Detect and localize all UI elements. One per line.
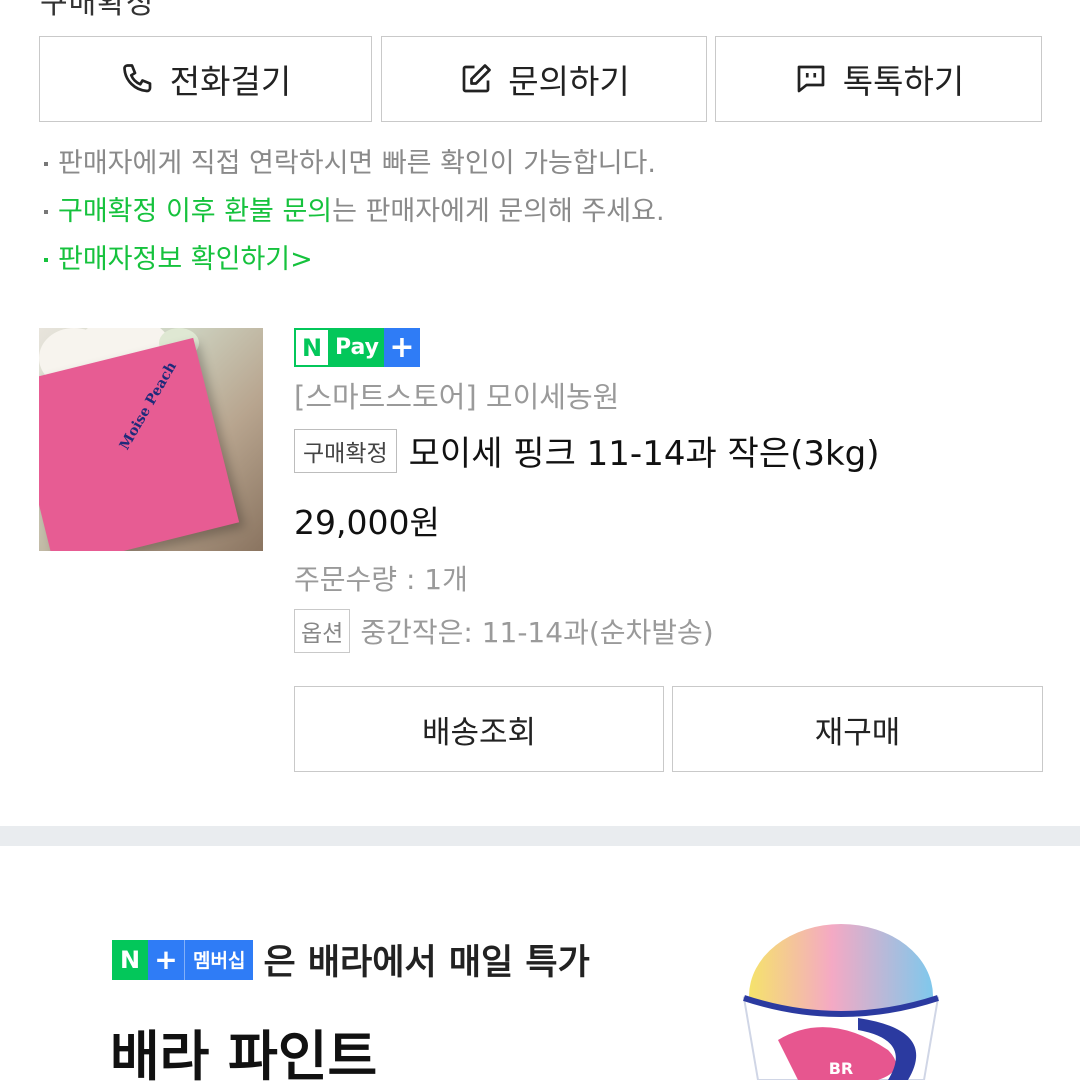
seller-info-link-label: 판매자정보 확인하기 — [58, 244, 291, 275]
seller-info-link[interactable]: 판매자정보 확인하기> — [44, 236, 1044, 284]
refund-inquiry-highlight: 구매확정 이후 환불 문의 — [58, 196, 333, 227]
npay-plus-badge: N Pay + — [294, 328, 420, 367]
ice-cream-image[interactable]: BR — [738, 920, 944, 1080]
edit-icon — [462, 64, 492, 93]
chevron-right-icon: > — [290, 244, 313, 275]
option-badge: 옵션 — [294, 609, 351, 653]
contact-buttons: 전화걸기 문의하기 톡톡하기 — [39, 36, 1042, 124]
product-box-image — [39, 337, 240, 551]
npay-n: N — [294, 328, 330, 367]
product-price: 29,000원 — [294, 503, 440, 542]
membership-plus-icon: + — [148, 939, 184, 980]
order-quantity: 주문수량 : 1개 — [294, 563, 468, 596]
product-thumbnail[interactable]: Moise Peach — [39, 328, 263, 551]
delivery-tracking-label: 배송조회 — [421, 714, 537, 751]
option-value: 중간작은: 11-14과(순차발송) — [360, 616, 714, 649]
notice-refund: 구매확정 이후 환불 문의는 판매자에게 문의해 주세요. — [44, 188, 1044, 236]
rebuy-button[interactable]: 재구매 — [672, 686, 1043, 772]
notice-direct-contact: 판매자에게 직접 연락하시면 빠른 확인이 가능합니다. — [44, 140, 1044, 188]
inquiry-button-label: 문의하기 — [508, 62, 630, 101]
membership-n: N — [112, 939, 148, 980]
membership-banner-header[interactable]: N + 멤버십 은 배라에서 매일 특가 — [112, 934, 590, 985]
store-name[interactable]: [스마트스토어] 모이세농원 — [294, 374, 619, 416]
section-divider — [0, 826, 1080, 846]
membership-label: 멤버십 — [184, 939, 254, 980]
chat-icon — [797, 65, 825, 93]
notice-refund-rest: 는 판매자에게 문의해 주세요. — [332, 196, 665, 227]
call-button-label: 전화걸기 — [169, 62, 292, 101]
banner-title[interactable]: 배라 파인트 — [110, 1012, 377, 1091]
npay-plus-icon: + — [384, 328, 420, 367]
inquiry-button[interactable]: 문의하기 — [381, 36, 707, 122]
talktalk-button-label: 톡톡하기 — [842, 62, 965, 101]
product-name[interactable]: 모이세 핑크 11-14과 작은(3kg) — [409, 426, 880, 475]
top-partial-text: 구매확정 — [40, 0, 155, 21]
cup-logo: BR — [829, 1059, 854, 1078]
option-row: 옵션 중간작은: 11-14과(순차발송) — [294, 609, 714, 653]
npay-pay: Pay — [330, 328, 384, 367]
delivery-tracking-button[interactable]: 배송조회 — [294, 686, 664, 772]
phone-icon — [122, 64, 152, 93]
call-button[interactable]: 전화걸기 — [39, 36, 372, 122]
product-title-row: 구매확정 모이세 핑크 11-14과 작은(3kg) — [294, 426, 880, 475]
seller-notices: 판매자에게 직접 연락하시면 빠른 확인이 가능합니다. 구매확정 이후 환불 … — [44, 140, 1044, 284]
status-badge: 구매확정 — [294, 428, 397, 473]
rebuy-label: 재구매 — [814, 714, 901, 751]
talktalk-button[interactable]: 톡톡하기 — [715, 36, 1042, 122]
banner-text: 은 배라에서 매일 특가 — [263, 943, 590, 983]
